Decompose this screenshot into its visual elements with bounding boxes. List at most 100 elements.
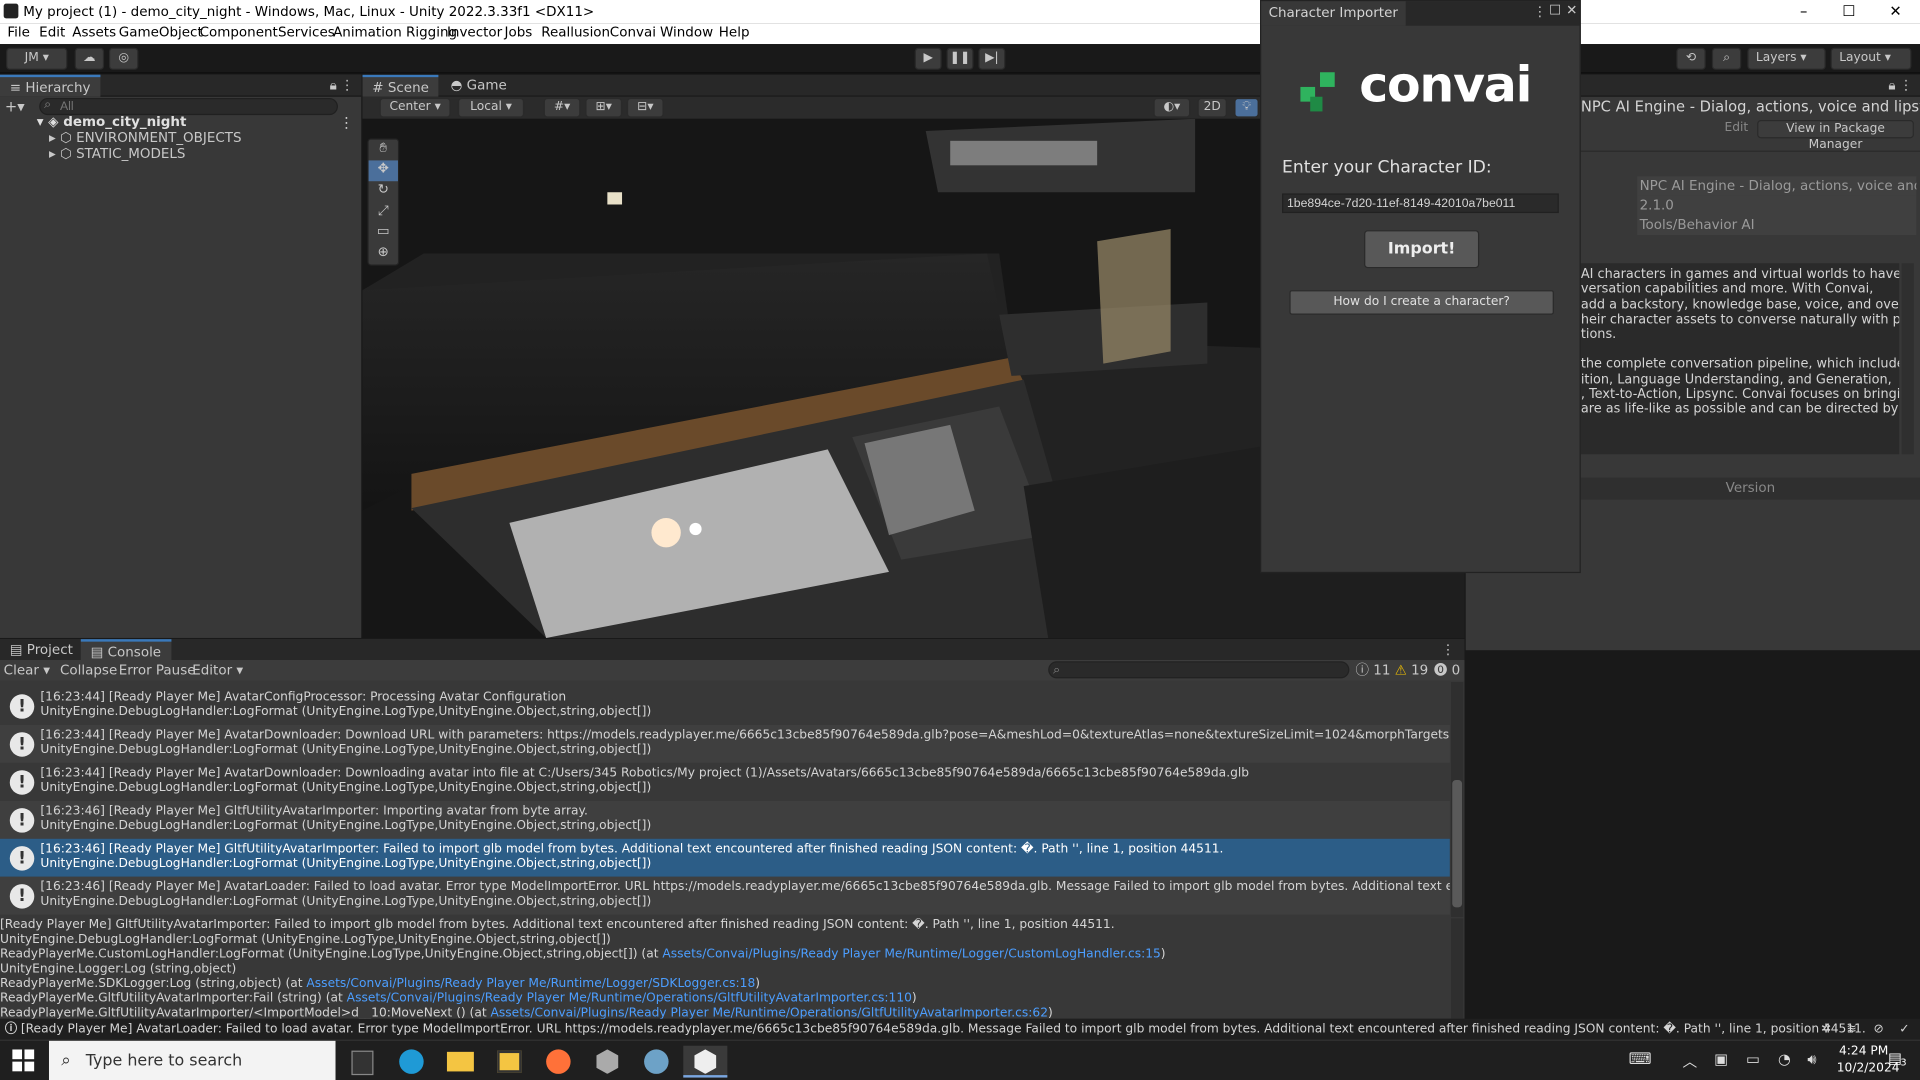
account-dropdown[interactable]: JM ▾ — [6, 47, 68, 70]
volume-icon[interactable]: 🔊︎ — [1807, 1051, 1816, 1069]
rotate-tool-icon[interactable]: ↻ — [369, 181, 398, 202]
maximize-icon[interactable]: ☐ — [1549, 2, 1561, 18]
menu-animation-rigging[interactable]: Animation Rigging — [333, 24, 457, 40]
character-id-input[interactable] — [1282, 193, 1559, 214]
minimize-button[interactable]: – — [1782, 0, 1826, 23]
menu-convai[interactable]: Convai — [610, 24, 656, 40]
app-icon[interactable] — [634, 1046, 678, 1078]
windows-start-icon[interactable] — [12, 1049, 35, 1072]
search-icon[interactable]: ⌕ — [1711, 47, 1742, 70]
notification-icon[interactable]: ▤ 3 — [1888, 1049, 1910, 1071]
menu-jobs[interactable]: Jobs — [504, 24, 532, 40]
pivot-dropdown[interactable]: Center ▾ — [379, 97, 451, 118]
detail-link[interactable]: Assets/Convai/Plugins/Ready Player Me/Ru… — [491, 1007, 1048, 1019]
log-entry[interactable]: ! [16:23:44] [Ready Player Me] AvatarDown… — [0, 762, 1450, 801]
step-button[interactable]: ▶| — [978, 47, 1006, 70]
tab-hierarchy[interactable]: ≡ Hierarchy — [0, 74, 101, 97]
menu-gameobject[interactable]: GameObject — [119, 24, 203, 40]
view-in-package-manager-button[interactable]: View in Package Manager — [1757, 120, 1914, 152]
edit-button[interactable]: Edit — [1717, 120, 1755, 139]
tab-console[interactable]: ▤ Console — [80, 639, 171, 662]
pause-button[interactable]: ❚❚ — [946, 47, 974, 70]
taskbar-search[interactable]: ⌕ Type here to search — [48, 1040, 336, 1080]
more-icon[interactable]: ⋮ — [1441, 639, 1454, 661]
menu-file[interactable]: File — [7, 24, 30, 40]
menu-assets[interactable]: Assets — [72, 24, 116, 40]
lighting-icon[interactable]: 💡︎ — [1234, 97, 1259, 118]
error-pause-toggle[interactable]: Error Pause — [119, 660, 196, 681]
import-button[interactable]: Import! — [1364, 230, 1480, 269]
description-scrollbar[interactable] — [1901, 263, 1914, 455]
chevron-up-icon[interactable]: ︿ — [1682, 1051, 1697, 1072]
menu-component[interactable]: Component — [200, 24, 278, 40]
more-icon[interactable]: ⋮ — [1899, 75, 1912, 97]
hierarchy-search-input[interactable] — [39, 97, 338, 116]
cloud-icon[interactable]: ☁ — [74, 47, 105, 70]
move-tool-icon[interactable]: ✥ — [368, 160, 398, 182]
close-button[interactable]: ✕ — [1873, 0, 1917, 23]
create-character-help-button[interactable]: How do I create a character? — [1289, 290, 1554, 315]
console-search-input[interactable] — [1048, 661, 1350, 679]
log-entry[interactable]: ! [16:23:44] [Ready Player Me] AvatarDown… — [0, 724, 1450, 763]
tab-scene[interactable]: # Scene — [362, 74, 439, 97]
editor-dropdown[interactable]: Editor ▾ — [192, 660, 243, 681]
unity-editor-icon[interactable] — [683, 1045, 728, 1078]
shading-icon[interactable]: ◐▾ — [1153, 97, 1191, 118]
debug-icon[interactable]: ✲ — [1821, 1019, 1831, 1040]
file-explorer-icon[interactable] — [438, 1046, 482, 1078]
snap-icon[interactable]: ⊞▾ — [585, 97, 623, 118]
hierarchy-item[interactable]: ▸ ⬡ STATIC_MODELS — [49, 146, 185, 162]
cache-icon[interactable]: ≋ — [1847, 1019, 1857, 1040]
more-icon[interactable]: ⋮ — [1533, 4, 1546, 20]
space-dropdown[interactable]: Local ▾ — [457, 97, 525, 118]
menu-help[interactable]: Help — [719, 24, 750, 40]
epic-games-icon[interactable] — [340, 1046, 384, 1078]
collab-icon[interactable]: ◎ — [108, 47, 139, 70]
wifi-icon[interactable]: ◔ — [1778, 1051, 1791, 1068]
lock-icon[interactable]: 🔒︎ — [1888, 75, 1895, 97]
close-icon[interactable]: ✕ — [1566, 2, 1577, 18]
status-message[interactable]: [Ready Player Me] AvatarLoader: Failed t… — [21, 1019, 1866, 1040]
info-count-toggle[interactable]: ⓘ 11 — [1356, 660, 1391, 681]
lock-icon[interactable]: 🔒︎ — [330, 75, 337, 97]
play-button[interactable]: ▶ — [914, 47, 942, 70]
store-icon[interactable] — [487, 1046, 531, 1078]
menu-reallusion[interactable]: Reallusion — [541, 24, 610, 40]
log-entry[interactable]: ! [16:23:44] [Ready Player Me] AvatarConf… — [0, 686, 1450, 725]
transform-tool-icon[interactable]: ⊕ — [369, 244, 398, 265]
more-icon[interactable]: ⋮ — [340, 75, 353, 97]
log-entry[interactable]: ! [16:23:46] [Ready Player Me] AvatarLoad… — [0, 876, 1450, 915]
layout-dropdown[interactable]: Layout ▾ — [1830, 47, 1912, 70]
detail-link[interactable]: Assets/Convai/Plugins/Ready Player Me/Ru… — [662, 948, 1160, 961]
log-entry-selected[interactable]: ! [16:23:46] [Ready Player Me] GltfUtilit… — [0, 838, 1450, 877]
progress-icon[interactable]: ⊘ — [1873, 1019, 1883, 1040]
hierarchy-item[interactable]: ▸ ⬡ ENVIRONMENT_OBJECTS — [49, 130, 242, 146]
rect-tool-icon[interactable]: ▭ — [369, 223, 398, 244]
grid-icon[interactable]: #▾ — [543, 97, 581, 118]
scene-root[interactable]: ▾ ◈ demo_city_night — [37, 114, 187, 130]
history-icon[interactable]: ⟲ — [1676, 47, 1706, 70]
menu-edit[interactable]: Edit — [39, 24, 65, 40]
tab-game[interactable]: ◓ Game — [441, 75, 517, 97]
scale-tool-icon[interactable]: ⤢ — [369, 202, 398, 223]
more-icon[interactable]: ⋮ — [339, 114, 354, 131]
hand-tool-icon[interactable]: ✋︎ — [369, 140, 398, 161]
log-entry[interactable]: ! [16:23:46] [Ready Player Me] GltfUtilit… — [0, 800, 1450, 839]
detail-link[interactable]: Assets/Convai/Plugins/Ready Player Me/Ru… — [306, 977, 755, 990]
firefox-icon[interactable] — [536, 1046, 580, 1078]
menu-services[interactable]: Services — [278, 24, 335, 40]
detail-scrollbar[interactable] — [1451, 918, 1464, 1019]
tab-project[interactable]: ▤ Project — [0, 639, 83, 661]
log-scrollbar[interactable] — [1451, 682, 1464, 918]
warning-count-toggle[interactable]: ⚠ 19 — [1395, 660, 1429, 681]
mode-2d-button[interactable]: 2D — [1197, 97, 1227, 118]
keyboard-icon[interactable]: ⌨ — [1629, 1051, 1652, 1069]
clock[interactable]: 4:24 PM 10/2/2024 — [1837, 1043, 1900, 1077]
network-icon[interactable]: ▣ — [1714, 1051, 1728, 1068]
menu-invector[interactable]: Invector — [447, 24, 502, 40]
folder-icon[interactable]: ▭ — [1746, 1051, 1760, 1068]
layers-dropdown[interactable]: Layers ▾ — [1747, 47, 1826, 70]
increment-icon[interactable]: ⊟▾ — [626, 97, 664, 118]
error-count-toggle[interactable]: ⓿ 0 — [1434, 660, 1460, 681]
menu-window[interactable]: Window — [660, 24, 713, 40]
